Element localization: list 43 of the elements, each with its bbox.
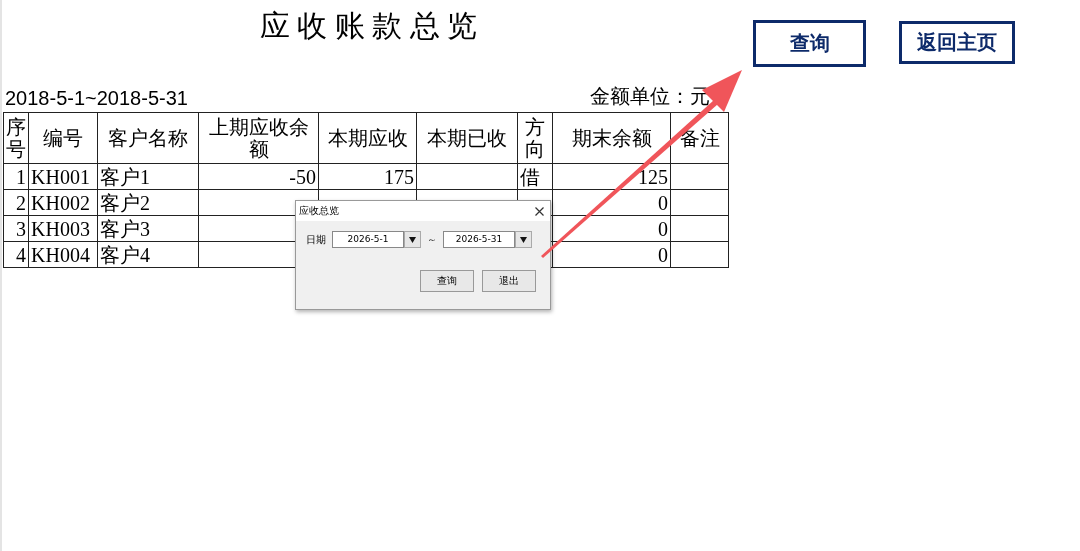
table-cell: 借 <box>520 165 540 188</box>
table-cell: 2 <box>16 191 26 214</box>
range-separator: ～ <box>427 232 437 247</box>
period-text: 2018-5-1~2018-5-31 <box>5 87 188 110</box>
column-header: 本期应收 <box>318 112 417 164</box>
table-cell: 3 <box>16 217 26 240</box>
table-cell: 175 <box>384 165 414 188</box>
caret-icon <box>520 236 527 243</box>
date-label: 日期 <box>306 232 326 247</box>
dialog-button[interactable]: 查询 <box>420 270 474 292</box>
sheet-button[interactable]: 查询 <box>753 20 866 67</box>
column-header: 编号 <box>28 112 98 164</box>
table-cell: KH004 <box>31 243 90 266</box>
dropdown-button[interactable] <box>515 231 532 248</box>
end-date-field[interactable]: 2026-5-31 <box>443 231 515 248</box>
table-cell: 1 <box>16 165 26 188</box>
table-cell: 客户1 <box>100 165 150 188</box>
table-cell: -50 <box>289 165 316 188</box>
table-cell: 客户2 <box>100 191 150 214</box>
close-icon[interactable] <box>535 206 544 216</box>
table-cell: 125 <box>638 165 668 188</box>
caret-icon <box>409 236 416 243</box>
sheet-button[interactable]: 返回主页 <box>899 21 1015 64</box>
table-cell: 4 <box>16 243 26 266</box>
table-cell: 0 <box>658 191 668 214</box>
table-cell: KH002 <box>31 191 90 214</box>
column-header: 上期应收余额 <box>198 112 319 164</box>
report-title: 应 收 账 款 总 览 <box>258 8 479 44</box>
table-cell: KH003 <box>31 217 90 240</box>
table-cell: 0 <box>658 217 668 240</box>
table-cell: KH001 <box>31 165 90 188</box>
unit-text: 金额单位：元 <box>590 84 710 109</box>
dialog-title: 应收总览 <box>299 204 339 218</box>
column-header: 序号 <box>3 112 29 164</box>
column-header: 方向 <box>517 112 553 164</box>
table-cell: 0 <box>658 243 668 266</box>
column-header: 本期已收 <box>416 112 518 164</box>
dialog-button[interactable]: 退出 <box>482 270 536 292</box>
dropdown-button[interactable] <box>404 231 421 248</box>
start-date-field[interactable]: 2026-5-1 <box>332 231 404 248</box>
table-cell: 客户3 <box>100 217 150 240</box>
table-cell: 客户4 <box>100 243 150 266</box>
column-header: 客户名称 <box>97 112 199 164</box>
